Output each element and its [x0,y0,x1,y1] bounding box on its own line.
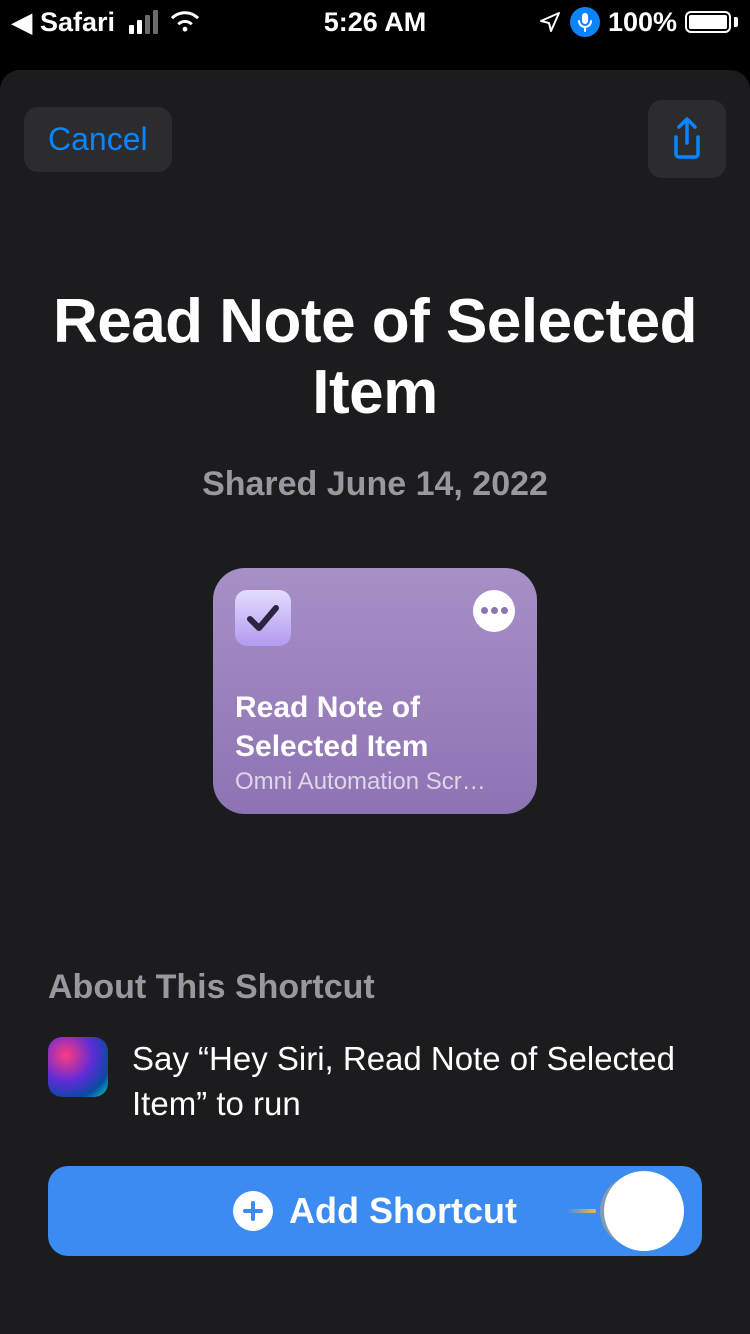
status-right: 100% [538,7,738,38]
plus-circle-icon [233,1191,273,1231]
battery-percent-label: 100% [608,7,677,38]
omnifocus-app-icon [235,590,291,646]
back-to-app-label[interactable]: Safari [40,7,115,38]
status-left: ◀ Safari [12,7,200,38]
shortcut-detail-sheet: Cancel Read Note of Selected Item Shared… [0,70,750,1334]
tile-more-button[interactable] [473,590,515,632]
siri-hint-text: Say “Hey Siri, Read Note of Selected Ite… [132,1037,702,1126]
cursor-indicator-icon [604,1171,684,1251]
share-icon [669,117,705,161]
add-shortcut-button[interactable]: Add Shortcut [48,1166,702,1256]
share-button[interactable] [648,100,726,178]
location-icon [538,10,562,34]
shared-date-label: Shared June 14, 2022 [24,465,726,504]
back-chevron-icon[interactable]: ◀ [12,9,32,35]
tile-subtitle-label: Omni Automation Scr… [235,768,515,796]
shortcut-title: Read Note of Selected Item [24,286,726,429]
status-bar: ◀ Safari 5:26 AM 100% [0,0,750,44]
cellular-signal-icon [129,10,158,34]
wifi-icon [170,11,200,33]
shortcut-tile[interactable]: Read Note of Selected Item Omni Automati… [213,568,537,814]
add-shortcut-label: Add Shortcut [289,1190,517,1232]
status-time: 5:26 AM [324,7,427,38]
microphone-indicator-icon [570,7,600,37]
siri-icon [48,1037,108,1097]
cancel-button[interactable]: Cancel [24,107,172,172]
sheet-header: Cancel [24,100,726,178]
tile-title-label: Read Note of Selected Item [235,688,515,766]
battery-icon [685,11,738,33]
about-section: About This Shortcut Say “Hey Siri, Read … [48,968,702,1126]
about-heading: About This Shortcut [48,968,702,1007]
